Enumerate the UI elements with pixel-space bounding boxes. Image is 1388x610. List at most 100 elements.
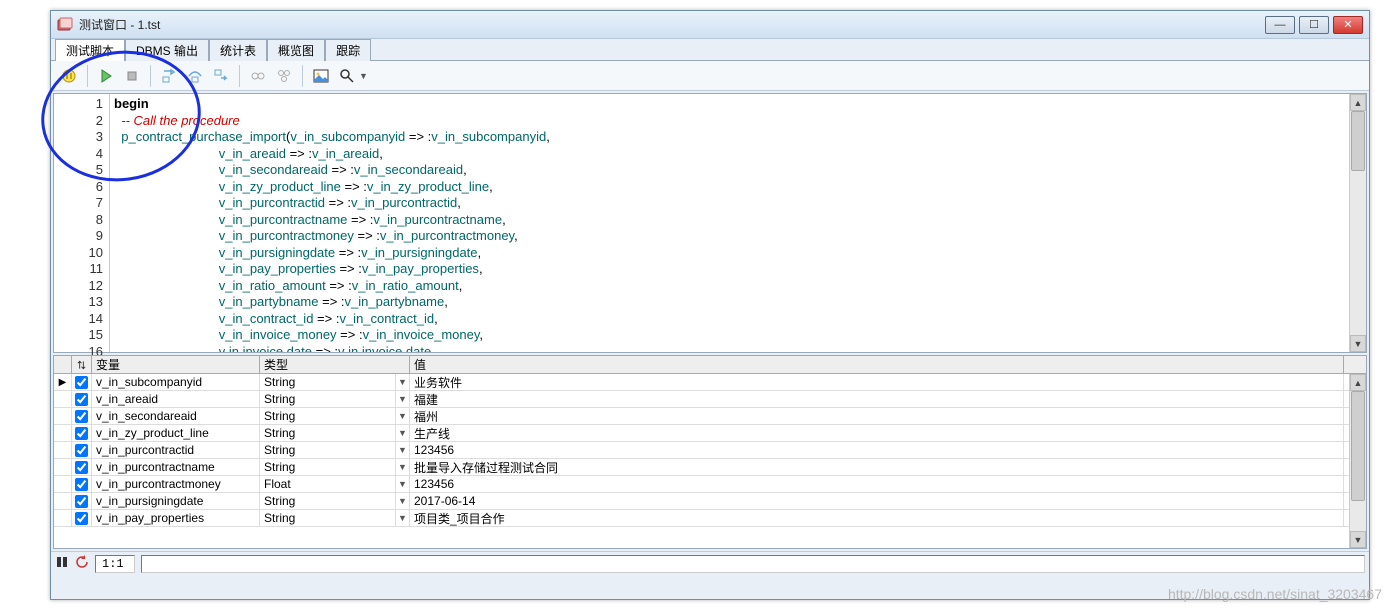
var-type[interactable]: Float xyxy=(260,476,396,492)
table-row[interactable]: v_in_secondareaidString▼福州⋯ xyxy=(54,408,1366,425)
row-selector[interactable] xyxy=(54,476,72,492)
type-dropdown-icon[interactable]: ▼ xyxy=(396,391,410,407)
type-dropdown-icon[interactable]: ▼ xyxy=(396,442,410,458)
var-value[interactable]: 2017-06-14 xyxy=(410,493,1344,509)
step-over-button[interactable] xyxy=(183,64,207,88)
search-dropdown-icon[interactable]: ▼ xyxy=(359,71,368,81)
col-value[interactable]: 值 xyxy=(410,356,1344,373)
row-checkbox[interactable] xyxy=(72,476,92,492)
row-checkbox[interactable] xyxy=(72,408,92,424)
var-type[interactable]: String xyxy=(260,442,396,458)
type-dropdown-icon[interactable]: ▼ xyxy=(396,408,410,424)
type-dropdown-icon[interactable]: ▼ xyxy=(396,476,410,492)
var-value[interactable]: 生产线 xyxy=(410,425,1344,441)
search-button[interactable] xyxy=(335,64,359,88)
row-selector[interactable] xyxy=(54,442,72,458)
var-type[interactable]: String xyxy=(260,391,396,407)
table-row[interactable]: v_in_purcontractnameString▼批量导入存储过程测试合同⋯ xyxy=(54,459,1366,476)
status-pause-icon[interactable] xyxy=(55,555,69,572)
var-value[interactable]: 福建 xyxy=(410,391,1344,407)
var-type[interactable]: String xyxy=(260,493,396,509)
var-name[interactable]: v_in_subcompanyid xyxy=(92,374,260,390)
row-selector[interactable]: ▶ xyxy=(54,374,72,390)
close-button[interactable]: ✕ xyxy=(1333,16,1363,34)
row-selector[interactable] xyxy=(54,425,72,441)
step-into-button[interactable] xyxy=(157,64,181,88)
table-row[interactable]: v_in_pay_propertiesString▼项目类_项目合作⋯ xyxy=(54,510,1366,527)
scroll-down-icon[interactable]: ▼ xyxy=(1350,531,1366,548)
type-dropdown-icon[interactable]: ▼ xyxy=(396,425,410,441)
type-dropdown-icon[interactable]: ▼ xyxy=(396,459,410,475)
stop-button[interactable] xyxy=(120,64,144,88)
tab-trace[interactable]: 跟踪 xyxy=(325,39,371,61)
run-button[interactable] xyxy=(94,64,118,88)
type-dropdown-icon[interactable]: ▼ xyxy=(396,493,410,509)
var-name[interactable]: v_in_pursigningdate xyxy=(92,493,260,509)
titlebar[interactable]: 测试窗口 - 1.tst — ☐ ✕ xyxy=(51,11,1369,39)
row-checkbox[interactable] xyxy=(72,459,92,475)
scroll-thumb[interactable] xyxy=(1351,391,1365,501)
code-editor[interactable]: 12345678910111213141516 begin -- Call th… xyxy=(53,93,1367,353)
row-selector[interactable] xyxy=(54,510,72,526)
row-selector[interactable] xyxy=(54,493,72,509)
var-name[interactable]: v_in_zy_product_line xyxy=(92,425,260,441)
var-name[interactable]: v_in_purcontractid xyxy=(92,442,260,458)
type-dropdown-icon[interactable]: ▼ xyxy=(396,510,410,526)
col-type[interactable]: 类型 xyxy=(260,356,410,373)
row-selector[interactable] xyxy=(54,391,72,407)
tab-test-script[interactable]: 测试脚本 xyxy=(55,39,125,61)
row-selector[interactable] xyxy=(54,408,72,424)
vars-scrollbar[interactable]: ▲ ▼ xyxy=(1349,374,1366,548)
var-type[interactable]: String xyxy=(260,408,396,424)
var-name[interactable]: v_in_secondareaid xyxy=(92,408,260,424)
var-name[interactable]: v_in_areaid xyxy=(92,391,260,407)
breakpoint-button[interactable] xyxy=(246,64,270,88)
col-reorder-icon[interactable] xyxy=(72,356,92,373)
row-selector[interactable] xyxy=(54,459,72,475)
table-row[interactable]: v_in_purcontractmoneyFloat▼123456⋯ xyxy=(54,476,1366,493)
row-checkbox[interactable] xyxy=(72,374,92,390)
var-type[interactable]: String xyxy=(260,374,396,390)
var-value[interactable]: 业务软件 xyxy=(410,374,1344,390)
editor-scrollbar[interactable]: ▲ ▼ xyxy=(1349,94,1366,352)
col-selector[interactable] xyxy=(54,356,72,373)
table-row[interactable]: v_in_purcontractidString▼123456⋯ xyxy=(54,442,1366,459)
type-dropdown-icon[interactable]: ▼ xyxy=(396,374,410,390)
scroll-down-icon[interactable]: ▼ xyxy=(1350,335,1366,352)
view-image-button[interactable] xyxy=(309,64,333,88)
minimize-button[interactable]: — xyxy=(1265,16,1295,34)
var-type[interactable]: String xyxy=(260,459,396,475)
tab-statistics[interactable]: 统计表 xyxy=(209,39,267,61)
var-name[interactable]: v_in_purcontractmoney xyxy=(92,476,260,492)
tab-profiler[interactable]: 概览图 xyxy=(267,39,325,61)
scroll-up-icon[interactable]: ▲ xyxy=(1350,374,1366,391)
var-name[interactable]: v_in_purcontractname xyxy=(92,459,260,475)
execute-button[interactable] xyxy=(57,64,81,88)
var-value[interactable]: 项目类_项目合作 xyxy=(410,510,1344,526)
break-all-button[interactable] xyxy=(272,64,296,88)
status-refresh-icon[interactable] xyxy=(75,555,89,572)
scroll-thumb[interactable] xyxy=(1351,111,1365,171)
tab-dbms-output[interactable]: DBMS 输出 xyxy=(125,39,209,61)
row-checkbox[interactable] xyxy=(72,391,92,407)
row-checkbox[interactable] xyxy=(72,425,92,441)
col-variable[interactable]: 变量 xyxy=(92,356,260,373)
scroll-up-icon[interactable]: ▲ xyxy=(1350,94,1366,111)
table-row[interactable]: v_in_zy_product_lineString▼生产线⋯ xyxy=(54,425,1366,442)
var-name[interactable]: v_in_pay_properties xyxy=(92,510,260,526)
row-checkbox[interactable] xyxy=(72,510,92,526)
table-row[interactable]: v_in_areaidString▼福建⋯ xyxy=(54,391,1366,408)
var-value[interactable]: 批量导入存储过程测试合同 xyxy=(410,459,1344,475)
var-value[interactable]: 123456 xyxy=(410,476,1344,492)
var-value[interactable]: 福州 xyxy=(410,408,1344,424)
var-type[interactable]: String xyxy=(260,425,396,441)
row-checkbox[interactable] xyxy=(72,442,92,458)
var-type[interactable]: String xyxy=(260,510,396,526)
row-checkbox[interactable] xyxy=(72,493,92,509)
code-area[interactable]: begin -- Call the procedure p_contract_p… xyxy=(110,94,1366,352)
var-value[interactable]: 123456 xyxy=(410,442,1344,458)
maximize-button[interactable]: ☐ xyxy=(1299,16,1329,34)
table-row[interactable]: ▶v_in_subcompanyidString▼业务软件⋯ xyxy=(54,374,1366,391)
step-out-button[interactable] xyxy=(209,64,233,88)
table-row[interactable]: v_in_pursigningdateString▼2017-06-14⋯ xyxy=(54,493,1366,510)
